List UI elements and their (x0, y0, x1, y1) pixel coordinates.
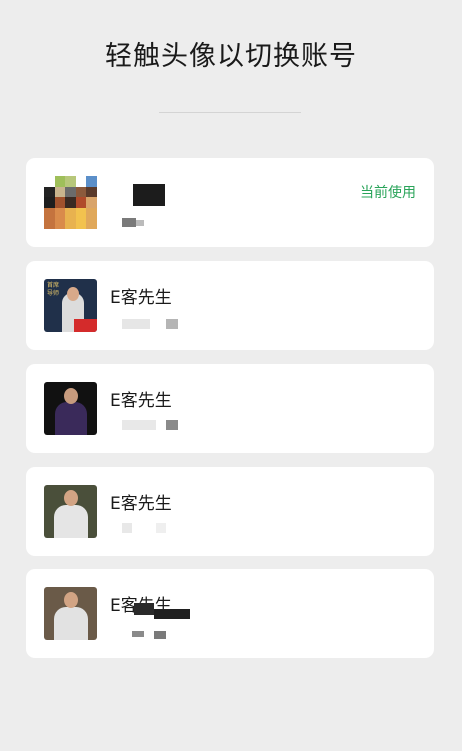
account-card-current[interactable]: 当前使用 (26, 158, 434, 247)
account-name: E客先生 (110, 288, 172, 308)
current-account-label: 当前使用 (360, 185, 416, 201)
avatar-person (54, 607, 88, 640)
avatar[interactable]: 首席 导师 (44, 279, 97, 332)
account-card[interactable]: E客先生 (26, 364, 434, 453)
blurred-id (122, 523, 132, 533)
blurred-id (122, 218, 136, 227)
blurred-name (133, 184, 165, 206)
blurred-id-2 (154, 631, 166, 639)
account-name: E客先生 (110, 391, 172, 411)
page-title: 轻触头像以切换账号 (105, 41, 357, 72)
account-name: E客先生 (110, 494, 172, 514)
blurred-id (122, 420, 156, 430)
avatar-text: 首席 导师 (47, 282, 60, 297)
account-card[interactable]: 首席 导师 E客先生 (26, 261, 434, 350)
account-card[interactable]: E客先生 (26, 467, 434, 556)
avatar[interactable] (44, 587, 97, 640)
avatar-head (64, 490, 78, 506)
blurred-name-overlay (134, 603, 154, 615)
avatar-head (67, 287, 79, 301)
avatar[interactable] (44, 176, 97, 229)
avatar[interactable] (44, 485, 97, 538)
blurred-id-2 (136, 220, 144, 226)
blurred-name-overlay-2 (154, 609, 190, 619)
flag-icon (74, 319, 97, 332)
blurred-id (132, 631, 144, 637)
avatar-person (54, 505, 88, 538)
account-card[interactable]: E客先生 (26, 569, 434, 658)
avatar-person (55, 402, 87, 435)
blurred-id-2 (156, 523, 166, 533)
avatar-head (64, 592, 78, 608)
title-divider (159, 112, 301, 113)
blurred-id-2 (166, 420, 178, 430)
avatar[interactable] (44, 382, 97, 435)
blurred-id-2 (166, 319, 178, 329)
blurred-id (122, 319, 150, 329)
pixelated-avatar-image (44, 176, 97, 229)
avatar-head (64, 388, 78, 404)
